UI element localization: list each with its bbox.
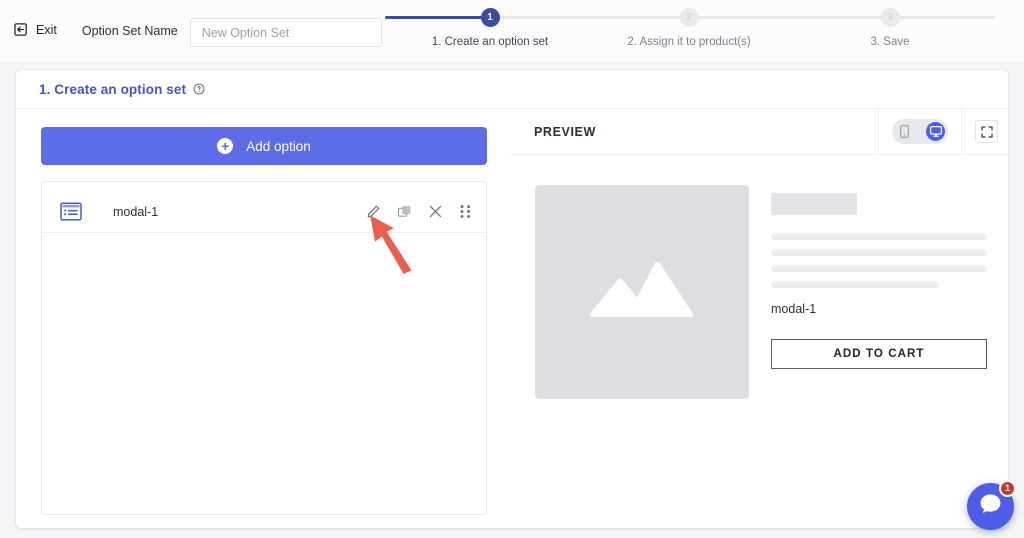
skeleton-lines (771, 233, 987, 288)
option-name: modal-1 (113, 204, 159, 219)
preview-pane: PREVIEW modal-1 ADD TO CART (511, 108, 1008, 528)
add-to-cart-button[interactable]: ADD TO CART (771, 339, 987, 369)
preview-option-name: modal-1 (771, 302, 817, 316)
option-set-name-label: Option Set Name (81, 24, 178, 38)
top-bar: Exit Option Set Name 1 1. Create an opti… (0, 0, 1024, 61)
main-card: 1. Create an option set + Add option mod… (16, 70, 1008, 528)
skeleton-title-block (771, 193, 857, 215)
chat-bubble-icon (978, 492, 1003, 521)
stepper-step-2-dot: 2 (679, 8, 699, 27)
duplicate-icon[interactable] (397, 204, 412, 219)
product-image-placeholder (535, 185, 749, 399)
exit-button[interactable]: Exit (14, 22, 57, 37)
device-toggle-cell (878, 108, 961, 155)
drag-handle-icon[interactable] (459, 204, 472, 219)
fullscreen-expand-icon[interactable] (975, 120, 998, 143)
page-title: 1. Create an option set (39, 81, 187, 97)
question-mark-circle-icon[interactable] (186, 83, 205, 95)
modal-window-icon (60, 202, 82, 221)
plus-circle-icon: + (217, 138, 234, 154)
card-body: + Add option modal-1 PREVIEW modal-1 ADD… (16, 108, 1008, 528)
stepper-step-2-label: 2. Assign it to product(s) (627, 36, 751, 48)
desktop-monitor-icon[interactable] (926, 122, 945, 141)
skeleton-line (771, 233, 987, 240)
mobile-phone-icon[interactable] (895, 122, 914, 141)
exit-label: Exit (36, 22, 57, 37)
stepper-step-3-label: 3. Save (870, 36, 910, 48)
option-set-name-input[interactable] (189, 18, 382, 47)
option-row-actions (366, 204, 472, 219)
progress-stepper: 1 1. Create an option set 2 2. Assign it… (385, 8, 995, 56)
add-option-button[interactable]: + Add option (41, 127, 487, 165)
close-x-icon[interactable] (428, 204, 443, 219)
option-set-builder-pane: + Add option modal-1 (16, 109, 511, 528)
option-list: modal-1 (41, 181, 487, 515)
image-mountain-icon (589, 259, 694, 326)
skeleton-line (771, 249, 987, 256)
card-header: 1. Create an option set (16, 70, 1008, 109)
stepper-step-1[interactable]: 1 1. Create an option set (410, 8, 570, 48)
stepper-step-1-label: 1. Create an option set (431, 36, 549, 48)
skeleton-line (771, 265, 987, 272)
preview-header: PREVIEW (511, 108, 1008, 155)
edit-pencil-icon[interactable] (366, 204, 381, 219)
add-option-label: Add option (246, 138, 311, 154)
expand-cell (961, 108, 1008, 155)
chat-widget[interactable]: 1 (967, 480, 1016, 530)
preview-body: modal-1 ADD TO CART (511, 155, 1008, 399)
stepper-step-3-dot: 3 (880, 8, 900, 27)
stepper-step-1-dot: 1 (480, 8, 500, 27)
exit-icon (14, 22, 29, 37)
preview-title: PREVIEW (534, 124, 596, 139)
stepper-step-3[interactable]: 3 3. Save (810, 8, 970, 48)
list-item[interactable]: modal-1 (42, 191, 486, 233)
device-toggle[interactable] (892, 119, 948, 144)
skeleton-line (771, 281, 940, 288)
product-details: modal-1 ADD TO CART (771, 185, 987, 399)
stepper-step-2[interactable]: 2 2. Assign it to product(s) (609, 8, 769, 48)
chat-unread-badge: 1 (999, 480, 1016, 497)
